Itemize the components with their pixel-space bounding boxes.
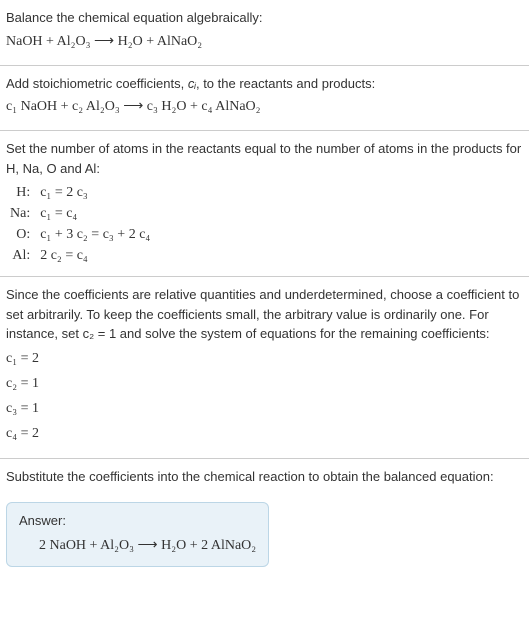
answer-label: Answer:: [19, 511, 256, 531]
table-row: Na: c₁ = c₄: [6, 203, 154, 224]
coeff-line: c₂ = 1: [6, 373, 523, 394]
step-text: Balance the chemical equation algebraica…: [6, 8, 523, 28]
answer-equation: 2 NaOH + Al₂O₃ ⟶ H₂O + 2 AlNaO₂: [19, 535, 256, 556]
el-label: H:: [6, 182, 36, 203]
text-part: , to the reactants and products:: [196, 76, 375, 91]
text-ci: cᵢ: [188, 76, 196, 91]
equation: c₁ NaOH + c₂ Al₂O₃ ⟶ c₃ H₂O + c₄ AlNaO₂: [6, 96, 523, 117]
step-add-coeffs: Add stoichiometric coefficients, cᵢ, to …: [0, 66, 529, 132]
coeff-line: c₃ = 1: [6, 398, 523, 419]
step-substitute: Substitute the coefficients into the che…: [0, 459, 529, 497]
answer-box: Answer: 2 NaOH + Al₂O₃ ⟶ H₂O + 2 AlNaO₂: [6, 502, 269, 567]
step-atom-eqs: Set the number of atoms in the reactants…: [0, 131, 529, 277]
coeff-line: c₁ = 2: [6, 348, 523, 369]
step-text: Set the number of atoms in the reactants…: [6, 139, 523, 178]
el-label: Al:: [6, 245, 36, 266]
el-eq: c₁ = c₄: [36, 203, 154, 224]
step-text: Since the coefficients are relative quan…: [6, 285, 523, 344]
table-row: Al: 2 c₂ = c₄: [6, 245, 154, 266]
el-eq: c₁ = 2 c₃: [36, 182, 154, 203]
el-eq: c₁ + 3 c₂ = c₃ + 2 c₄: [36, 224, 154, 245]
el-label: Na:: [6, 203, 36, 224]
step-solve: Since the coefficients are relative quan…: [0, 277, 529, 459]
step-text: Add stoichiometric coefficients, cᵢ, to …: [6, 74, 523, 94]
el-label: O:: [6, 224, 36, 245]
coeff-line: c₄ = 2: [6, 423, 523, 444]
atom-table: H: c₁ = 2 c₃ Na: c₁ = c₄ O: c₁ + 3 c₂ = …: [6, 182, 154, 266]
table-row: H: c₁ = 2 c₃: [6, 182, 154, 203]
equation: NaOH + Al₂O₃ ⟶ H₂O + AlNaO₂: [6, 31, 523, 52]
el-eq: 2 c₂ = c₄: [36, 245, 154, 266]
text-part: Add stoichiometric coefficients,: [6, 76, 188, 91]
step-text: Substitute the coefficients into the che…: [6, 467, 523, 487]
table-row: O: c₁ + 3 c₂ = c₃ + 2 c₄: [6, 224, 154, 245]
step-balance: Balance the chemical equation algebraica…: [0, 0, 529, 66]
